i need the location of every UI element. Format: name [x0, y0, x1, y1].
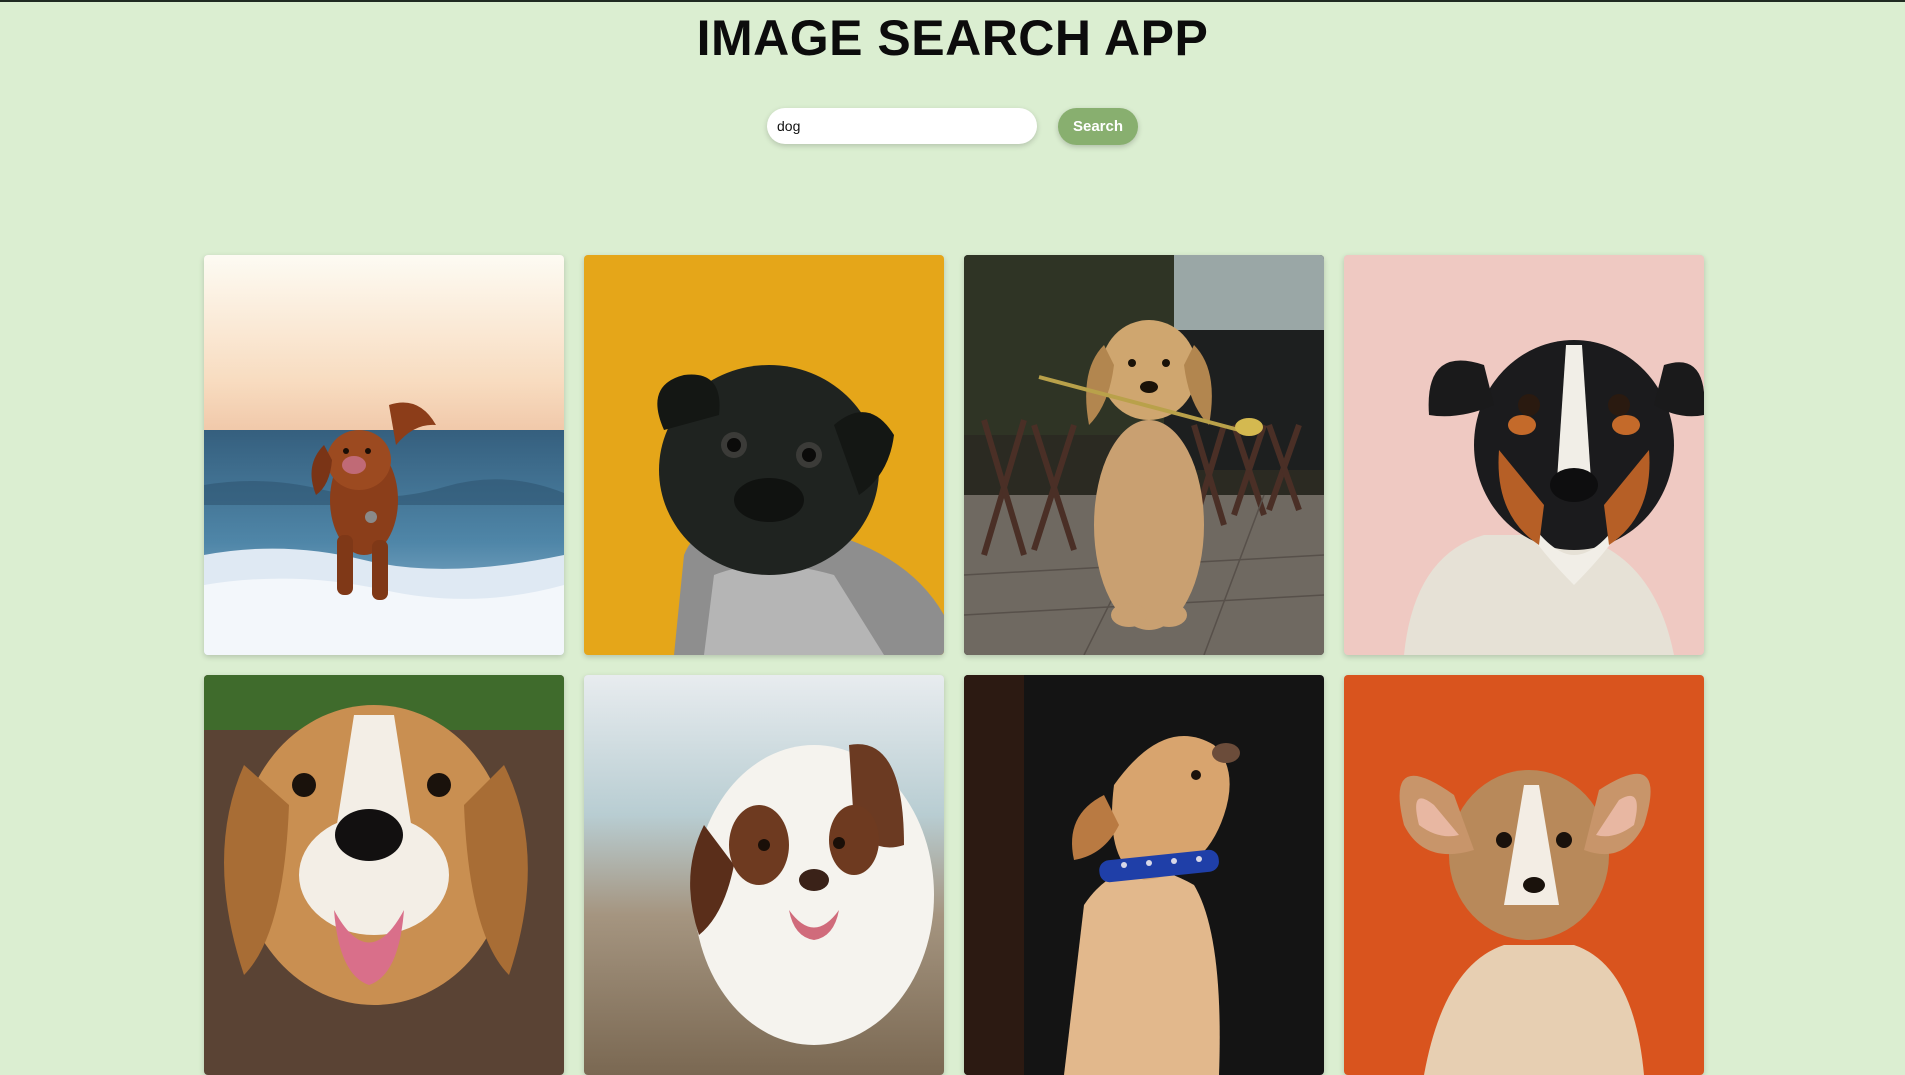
dog-image-3-picture — [964, 255, 1324, 655]
dog-image-4-picture — [1344, 255, 1704, 655]
dog-image-2[interactable] — [584, 255, 944, 655]
top-border — [0, 0, 1905, 2]
dog-image-7-picture — [964, 675, 1324, 1075]
dog-image-3[interactable] — [964, 255, 1324, 655]
image-results-grid — [204, 255, 1705, 1075]
dog-image-7[interactable] — [964, 675, 1324, 1075]
page-title: IMAGE SEARCH APP — [696, 10, 1209, 66]
dog-image-5[interactable] — [204, 675, 564, 1075]
dog-image-8-picture — [1344, 675, 1704, 1075]
dog-image-6-picture — [584, 675, 944, 1075]
dog-image-8[interactable] — [1344, 675, 1704, 1075]
dog-image-1[interactable] — [204, 255, 564, 655]
search-bar: Search — [0, 108, 1905, 146]
search-button[interactable]: Search — [1058, 108, 1138, 145]
dog-image-5-picture — [204, 675, 564, 1075]
search-input[interactable] — [767, 108, 1037, 144]
dog-image-6[interactable] — [584, 675, 944, 1075]
dog-image-4[interactable] — [1344, 255, 1704, 655]
dog-image-1-picture — [204, 255, 564, 655]
dog-image-2-picture — [584, 255, 944, 655]
